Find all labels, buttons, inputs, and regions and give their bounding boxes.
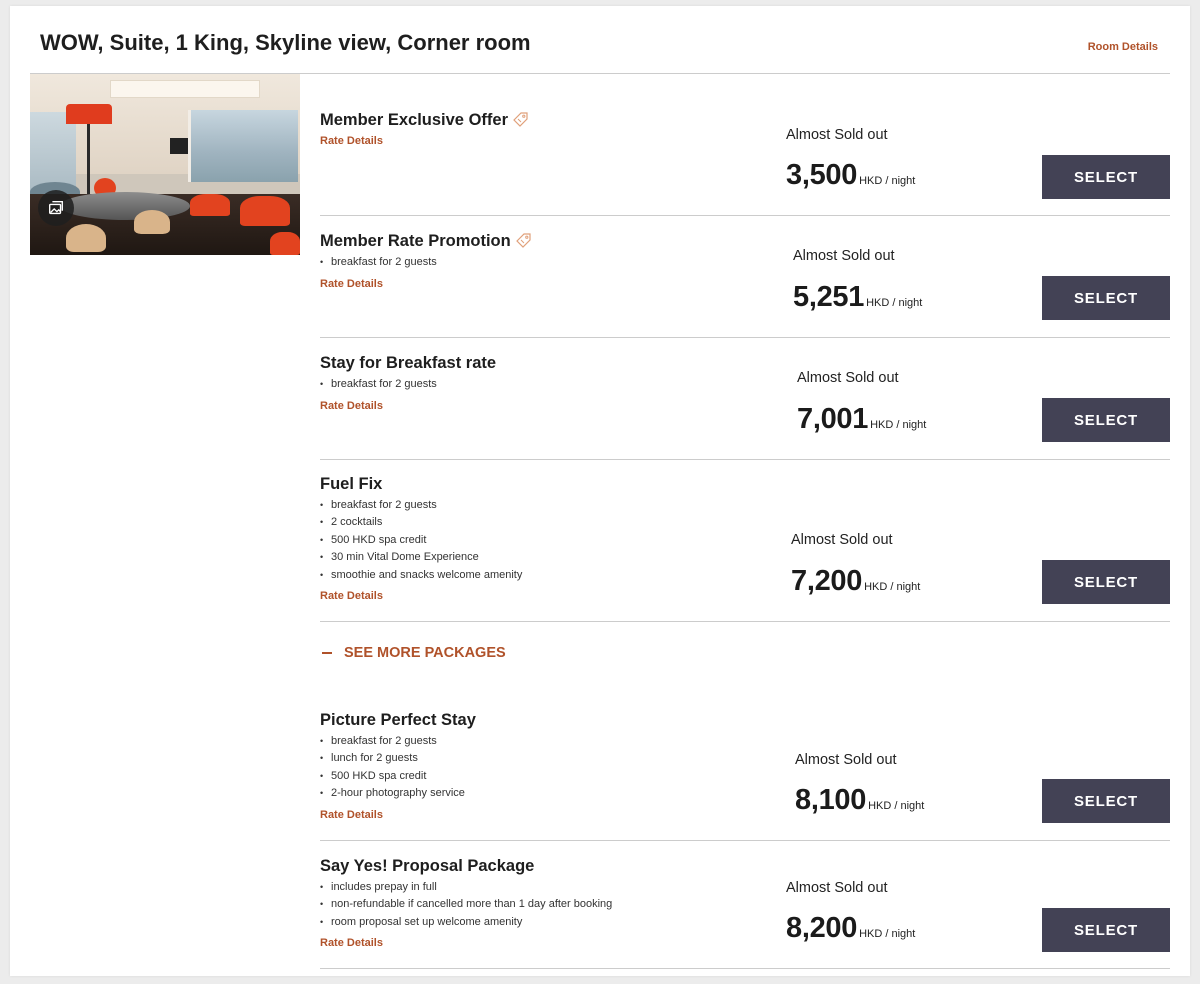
- inclusion-item: 500 HKD spa credit: [320, 768, 465, 786]
- price-unit: HKD / night: [859, 928, 916, 940]
- rate-row: Stay for Breakfast rate breakfast for 2 g…: [320, 338, 1170, 460]
- price: 8,200 HKD / night: [786, 912, 915, 945]
- price-amount: 7,001: [797, 403, 869, 435]
- inclusion-item: breakfast for 2 guests: [320, 497, 522, 515]
- price-unit: HKD / night: [866, 297, 923, 309]
- rate-row: Say Yes! Proposal Package includes prepay…: [320, 841, 1170, 969]
- inclusion-item: 2-hour photography service: [320, 785, 465, 803]
- inclusion-item: 2 cocktails: [320, 514, 522, 532]
- inclusion-item: 500 HKD spa credit: [320, 532, 522, 550]
- price: 7,200 HKD / night: [791, 565, 920, 598]
- availability-status: Almost Sold out: [795, 752, 897, 768]
- select-button[interactable]: SELECT: [1042, 398, 1170, 442]
- inclusion-item: includes prepay in full: [320, 879, 612, 897]
- rate-details-link[interactable]: Rate Details: [320, 590, 383, 602]
- rate-row: Fuel Fix breakfast for 2 guests2 cocktail…: [320, 460, 1170, 622]
- price-amount: 5,251: [793, 281, 865, 313]
- availability-status: Almost Sold out: [797, 370, 899, 386]
- inclusion-item: 30 min Vital Dome Experience: [320, 549, 522, 567]
- price-unit: HKD / night: [864, 581, 921, 593]
- inclusions-list: includes prepay in fullnon-refundable if…: [320, 879, 612, 932]
- rate-name: Member Exclusive Offer: [320, 111, 529, 130]
- availability-status: Almost Sold out: [786, 127, 888, 143]
- price: 3,500 HKD / night: [786, 159, 915, 192]
- rate-name: Fuel Fix: [320, 475, 383, 493]
- rate-name: Picture Perfect Stay: [320, 711, 476, 729]
- gallery-icon[interactable]: [38, 190, 74, 226]
- inclusions-list: breakfast for 2 guests: [320, 254, 437, 272]
- inclusion-item: non-refundable if cancelled more than 1 …: [320, 896, 612, 914]
- rate-row: Member Exclusive Offer Rate Details Almost…: [320, 74, 1170, 216]
- rate-details-link[interactable]: Rate Details: [320, 135, 383, 147]
- inclusions-list: breakfast for 2 guests: [320, 376, 437, 394]
- price-amount: 8,100: [795, 784, 867, 816]
- price: 7,001 HKD / night: [797, 403, 926, 436]
- inclusion-item: lunch for 2 guests: [320, 750, 465, 768]
- price-amount: 3,500: [786, 159, 858, 191]
- minus-icon: [322, 652, 332, 655]
- inclusion-item: room proposal set up welcome amenity: [320, 914, 612, 932]
- inclusion-item: breakfast for 2 guests: [320, 733, 465, 751]
- price-amount: 8,200: [786, 912, 858, 944]
- rate-name: Say Yes! Proposal Package: [320, 857, 535, 875]
- see-more-packages-toggle[interactable]: SEE MORE PACKAGES: [322, 645, 506, 661]
- inclusion-item: breakfast for 2 guests: [320, 254, 437, 272]
- select-button[interactable]: SELECT: [1042, 560, 1170, 604]
- availability-status: Almost Sold out: [786, 880, 888, 896]
- rate-row: Member Rate Promotion breakfast for 2 gue…: [320, 216, 1170, 338]
- rate-details-link[interactable]: Rate Details: [320, 937, 383, 949]
- inclusion-item: breakfast for 2 guests: [320, 376, 437, 394]
- select-button[interactable]: SELECT: [1042, 779, 1170, 823]
- price-unit: HKD / night: [870, 419, 927, 431]
- room-title: WOW, Suite, 1 King, Skyline view, Corner…: [40, 30, 531, 55]
- rate-details-link[interactable]: Rate Details: [320, 278, 383, 290]
- rate-details-link[interactable]: Rate Details: [320, 809, 383, 821]
- rate-name: Member Rate Promotion: [320, 232, 532, 251]
- inclusions-list: breakfast for 2 guestslunch for 2 guests…: [320, 733, 465, 803]
- inclusions-list: breakfast for 2 guests2 cocktails500 HKD…: [320, 497, 522, 584]
- room-details-link[interactable]: Room Details: [1088, 41, 1158, 53]
- rate-details-link[interactable]: Rate Details: [320, 400, 383, 412]
- rate-name: Stay for Breakfast rate: [320, 354, 497, 372]
- price: 8,100 HKD / night: [795, 784, 924, 817]
- select-button[interactable]: SELECT: [1042, 276, 1170, 320]
- select-button[interactable]: SELECT: [1042, 155, 1170, 199]
- price-unit: HKD / night: [859, 175, 916, 187]
- price: 5,251 HKD / night: [793, 281, 922, 314]
- inclusion-item: smoothie and snacks welcome amenity: [320, 567, 522, 585]
- see-more-packages-label: SEE MORE PACKAGES: [344, 645, 506, 661]
- room-photo[interactable]: [30, 74, 300, 255]
- price-unit: HKD / night: [868, 800, 925, 812]
- select-button[interactable]: SELECT: [1042, 908, 1170, 952]
- tag-icon: [515, 233, 531, 248]
- tag-icon: [513, 112, 528, 127]
- availability-status: Almost Sold out: [791, 532, 893, 548]
- availability-status: Almost Sold out: [793, 248, 895, 264]
- price-amount: 7,200: [791, 565, 863, 597]
